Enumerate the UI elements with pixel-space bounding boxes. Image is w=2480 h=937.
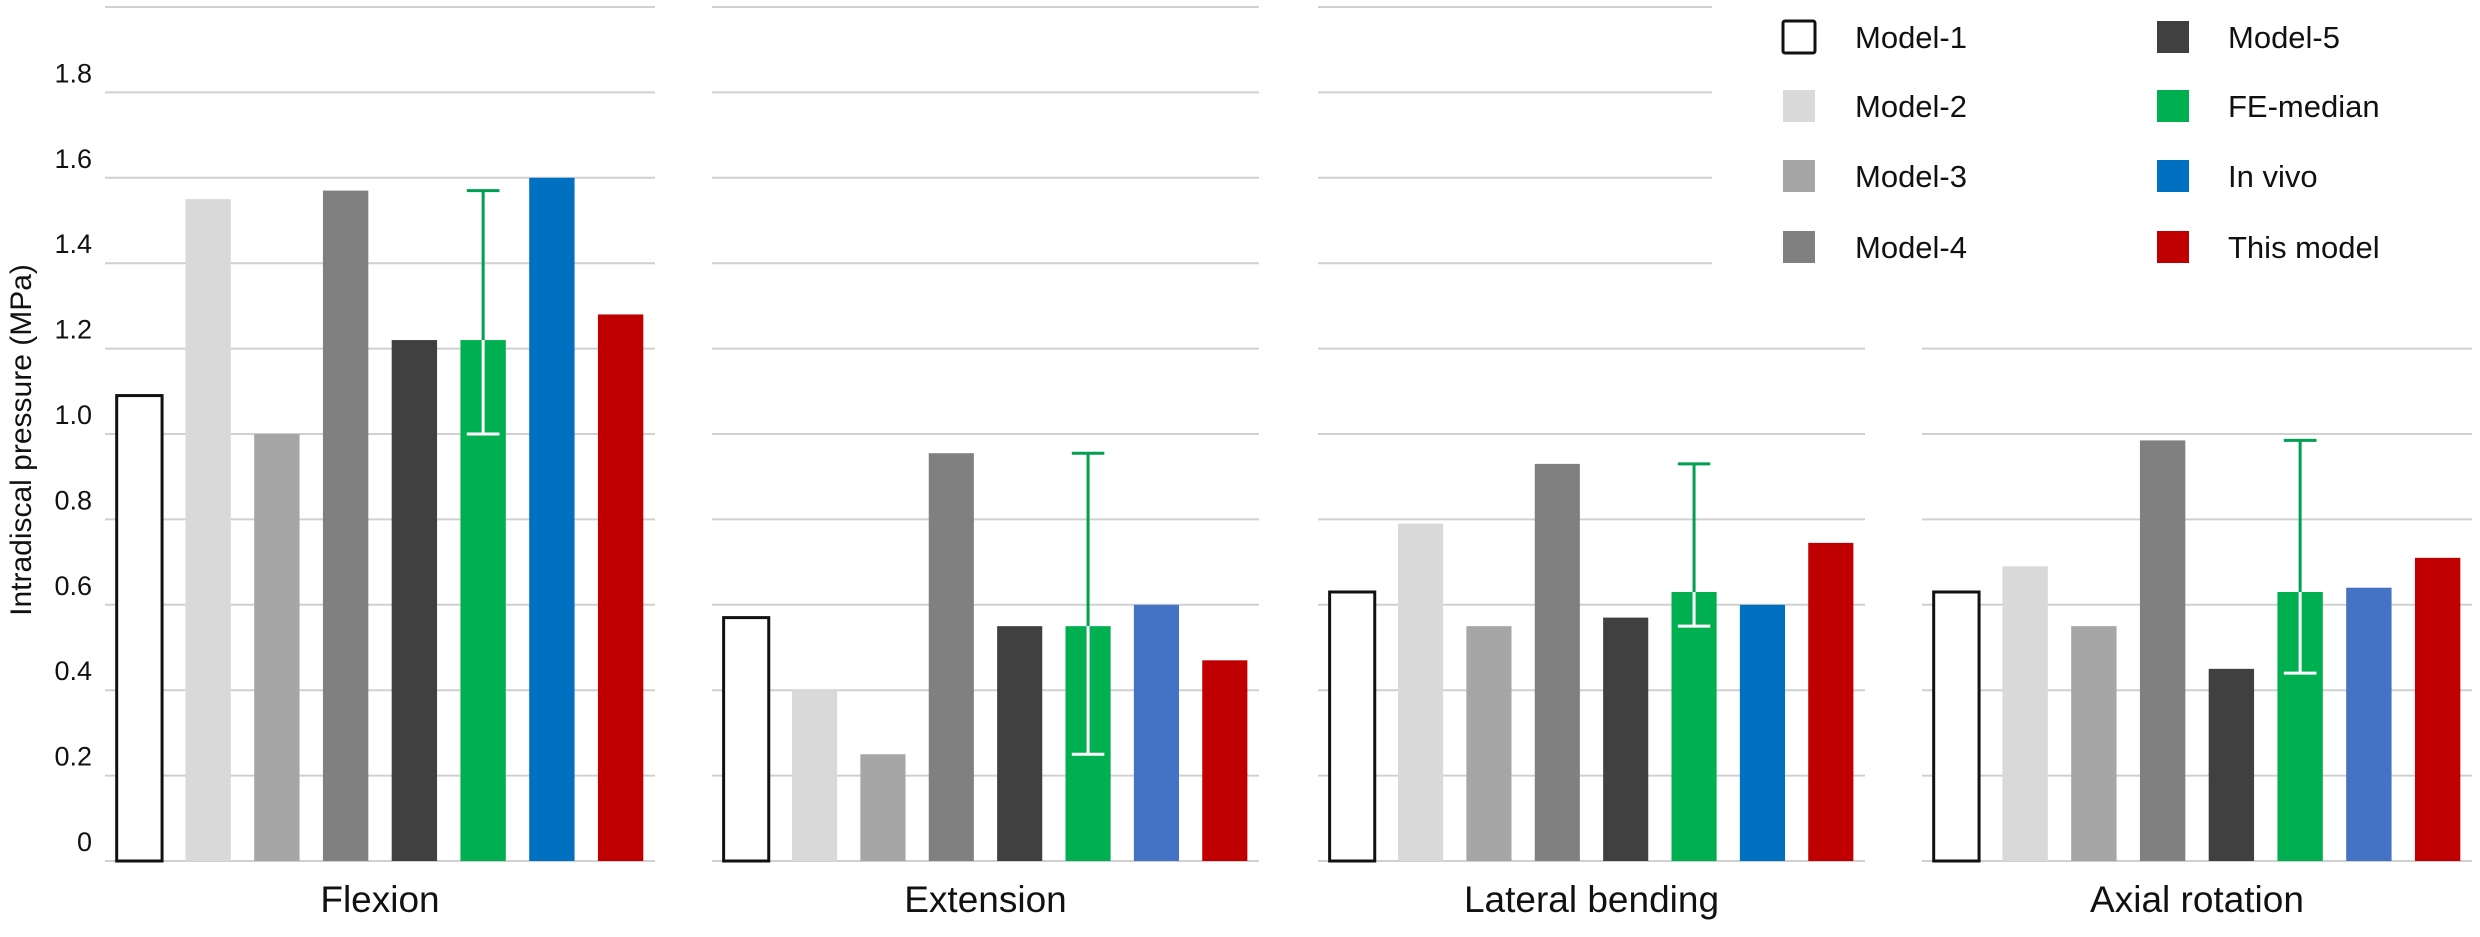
- legend-item-this-model: This model: [2157, 230, 2380, 265]
- y-tick-label: 1.4: [54, 229, 92, 259]
- legend-label: Model-4: [1855, 230, 1967, 265]
- bar-model-5-flexion: [391, 340, 438, 861]
- bar-model-1-lateral-bending: [1328, 590, 1377, 863]
- bar-in-vivo-extension: [1133, 604, 1180, 861]
- legend-label: This model: [2228, 230, 2380, 265]
- legend-label: FE-median: [2228, 89, 2380, 124]
- bar-model-3-lateral-bending: [1466, 626, 1512, 861]
- bar-model-3-flexion: [254, 434, 300, 861]
- y-tick-label: 0.2: [54, 742, 92, 772]
- legend-label: Model-3: [1855, 159, 1967, 194]
- bar-model-1-extension: [722, 616, 771, 863]
- bar-fe-median-lateral-bending: [1671, 591, 1717, 861]
- bar-model-5-extension: [997, 626, 1043, 861]
- category-label-lateral-bending: Lateral bending: [1464, 879, 1719, 920]
- bar-model-2-flexion: [185, 199, 231, 861]
- y-axis-ticks: 0 0.2 0.4 0.6 0.8 1.0 1.2 1.4 1.6 1.8: [54, 58, 92, 857]
- intradiscal-pressure-chart: 0 0.2 0.4 0.6 0.8 1.0 1.2 1.4 1.6 1.8 Intradiscal…: [5, 6, 2472, 920]
- legend-label: In vivo: [2228, 159, 2318, 194]
- bar-model-1-flexion: [115, 394, 164, 863]
- bar-model-2-lateral-bending: [1397, 523, 1444, 861]
- bar-model-4-flexion: [322, 190, 369, 862]
- category-label-axial-rotation: Axial rotation: [2090, 879, 2304, 920]
- y-tick-label: 0: [77, 827, 92, 857]
- legend-label: Model-2: [1855, 89, 1967, 124]
- y-tick-label: 0.6: [54, 571, 92, 601]
- bar-this-model-flexion: [597, 314, 644, 861]
- legend-swatch: [1783, 231, 1815, 263]
- legend-item-model-3: Model-3: [1783, 159, 1967, 194]
- legend-item-model-4: Model-4: [1783, 230, 1967, 265]
- y-tick-label: 0.4: [54, 656, 92, 686]
- legend-swatch: [2157, 21, 2189, 53]
- y-tick-label: 1.0: [54, 400, 92, 430]
- category-label-flexion: Flexion: [320, 879, 439, 920]
- legend: Model-1 Model-2 Model-3 Model-4 Model-5 FE-me…: [1781, 19, 2380, 265]
- y-tick-label: 1.2: [54, 315, 92, 345]
- y-tick-label: 1.6: [54, 144, 92, 174]
- y-tick-label: 1.8: [54, 58, 92, 88]
- bar-model-5-lateral-bending: [1603, 617, 1649, 861]
- legend-item-model-1: Model-1: [1781, 19, 1967, 55]
- bar-model-3-extension: [860, 754, 906, 861]
- y-tick-label: 0.8: [54, 485, 92, 515]
- bar-this-model-lateral-bending: [1808, 542, 1854, 861]
- legend-label: Model-1: [1855, 20, 1967, 55]
- category-labels: Flexion Extension Lateral bending Axial rot…: [320, 879, 2304, 920]
- bar-in-vivo-lateral-bending: [1739, 604, 1786, 861]
- legend-label: Model-5: [2228, 20, 2340, 55]
- legend-item-in-vivo: In vivo: [2157, 159, 2318, 194]
- bar-model-3-axial-rotation: [2071, 626, 2117, 861]
- legend-item-model-5: Model-5: [2157, 20, 2340, 55]
- bar-in-vivo-axial-rotation: [2346, 587, 2392, 861]
- bar-this-model-axial-rotation: [2414, 557, 2461, 861]
- legend-swatch: [2157, 231, 2189, 263]
- legend-swatch: [1783, 90, 1815, 122]
- legend-item-fe-median: FE-median: [2157, 89, 2380, 124]
- bar-this-model-extension: [1202, 660, 1248, 861]
- bar-model-4-lateral-bending: [1534, 463, 1580, 861]
- bar-in-vivo-flexion: [529, 177, 575, 862]
- legend-swatch: [2157, 160, 2189, 192]
- category-label-extension: Extension: [904, 879, 1067, 920]
- bar-model-4-extension: [928, 453, 974, 861]
- legend-item-model-2: Model-2: [1783, 89, 1967, 124]
- legend-swatch: [1781, 19, 1817, 55]
- bar-model-2-extension: [791, 690, 838, 861]
- bar-model-5-axial-rotation: [2208, 668, 2255, 861]
- legend-swatch: [1783, 160, 1815, 192]
- bar-model-4-axial-rotation: [2139, 440, 2186, 861]
- gridlines: [105, 6, 2472, 862]
- bar-model-1-axial-rotation: [1932, 590, 1981, 863]
- legend-swatch: [2157, 90, 2189, 122]
- y-axis-title: Intradiscal pressure (MPa): [5, 264, 38, 616]
- bar-model-2-axial-rotation: [2002, 566, 2048, 861]
